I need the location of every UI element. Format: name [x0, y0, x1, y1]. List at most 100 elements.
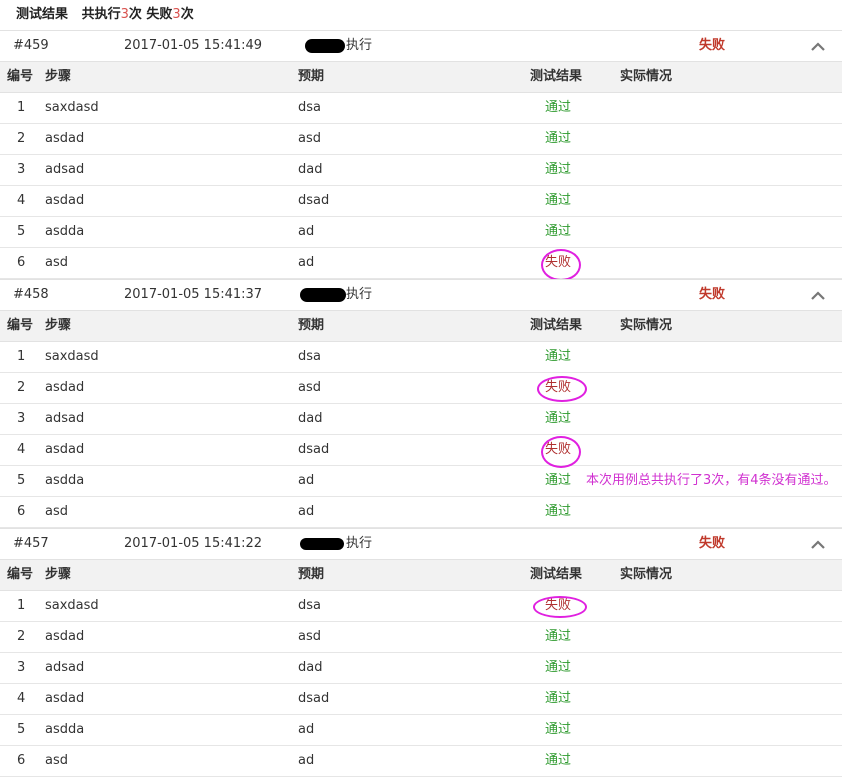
result-text: 通过 [545, 473, 572, 488]
redacted-name-mark [305, 39, 345, 53]
col-step: 步骤 [45, 567, 72, 582]
expected-text: asd [298, 131, 321, 146]
expected-text: dsa [298, 100, 321, 115]
expected-text: ad [298, 753, 315, 768]
test-run: #458 2017-01-05 15:41:37 执行 失败 编号 步骤 预期 … [0, 279, 854, 528]
step-no: 1 [17, 598, 26, 613]
step-text: asdad [45, 691, 85, 706]
run-header[interactable]: #459 2017-01-05 15:41:49 执行 失败 [0, 30, 842, 62]
step-no: 3 [17, 411, 26, 426]
result-text: 通过 [545, 660, 572, 675]
step-text: asdad [45, 629, 85, 644]
failure-highlight-circle [541, 249, 581, 281]
col-expected: 预期 [298, 69, 325, 84]
table-header: 编号 步骤 预期 测试结果 实际情况 [0, 560, 842, 591]
step-text: adsad [45, 162, 85, 177]
expected-text: ad [298, 473, 315, 488]
table-row: 4 asdad dsad 通过 [0, 186, 842, 217]
result-text: 通过 [545, 722, 572, 737]
expected-text: dsa [298, 598, 321, 613]
step-no: 2 [17, 629, 26, 644]
col-actual: 实际情况 [620, 69, 673, 84]
step-text: asd [45, 255, 68, 270]
expected-text: dsad [298, 691, 330, 706]
result-text: 通过 [545, 224, 572, 239]
result-text: 通过 [545, 162, 572, 177]
step-text: asdda [45, 224, 85, 239]
step-no: 5 [17, 473, 26, 488]
col-result: 测试结果 [530, 69, 583, 84]
expected-text: ad [298, 255, 315, 270]
run-id: #458 [13, 287, 49, 302]
step-text: asdad [45, 131, 85, 146]
run-time: 2017-01-05 15:41:49 [124, 38, 263, 53]
run-time: 2017-01-05 15:41:37 [124, 287, 263, 302]
expected-text: dad [298, 411, 323, 426]
col-result: 测试结果 [530, 318, 583, 333]
chevron-up-icon[interactable] [810, 280, 826, 310]
expected-text: dad [298, 660, 323, 675]
summary-prefix: 共执行 [81, 7, 121, 22]
step-no: 4 [17, 193, 26, 208]
run-time: 2017-01-05 15:41:22 [124, 536, 263, 551]
expected-text: asd [298, 380, 321, 395]
table-row: 2 asdad asd 通过 [0, 124, 842, 155]
summary-mid: 次 失败 [128, 7, 173, 22]
run-id: #457 [13, 536, 49, 551]
col-no: 编号 [7, 567, 34, 582]
run-status: 失败 [699, 536, 726, 551]
run-executor: 执行 [346, 536, 373, 551]
step-no: 2 [17, 131, 26, 146]
annotation-note: 本次用例总共执行了3次，有4条没有通过。 [586, 473, 837, 488]
step-no: 5 [17, 224, 26, 239]
table-row: 2 asdad asd 失败 [0, 373, 842, 404]
table-row: 3 adsad dad 通过 [0, 404, 842, 435]
table-row: 3 adsad dad 通过 [0, 653, 842, 684]
result-text: 通过 [545, 100, 572, 115]
step-text: asd [45, 753, 68, 768]
failure-highlight-circle [537, 376, 587, 402]
col-expected: 预期 [298, 567, 325, 582]
step-no: 4 [17, 442, 26, 457]
test-summary: 测试结果 共执行3次 失败3次 [0, 0, 854, 30]
step-no: 4 [17, 691, 26, 706]
step-no: 2 [17, 380, 26, 395]
table-row: 4 asdad dsad 失败 [0, 435, 842, 468]
step-text: asd [45, 504, 68, 519]
expected-text: asd [298, 629, 321, 644]
result-text: 通过 [545, 349, 572, 364]
result-text: 通过 [545, 193, 572, 208]
test-run: #457 2017-01-05 15:41:22 执行 失败 编号 步骤 预期 … [0, 528, 854, 777]
run-header[interactable]: #458 2017-01-05 15:41:37 执行 失败 [0, 279, 842, 311]
table-row: 3 adsad dad 通过 [0, 155, 842, 186]
run-id: #459 [13, 38, 49, 53]
step-text: asdad [45, 442, 85, 457]
step-no: 6 [17, 504, 26, 519]
step-text: saxdasd [45, 349, 99, 364]
table-row: 6 asd ad 失败 [0, 248, 842, 281]
chevron-up-icon[interactable] [810, 31, 826, 61]
step-no: 3 [17, 162, 26, 177]
col-actual: 实际情况 [620, 567, 673, 582]
run-status: 失败 [699, 287, 726, 302]
expected-text: ad [298, 722, 315, 737]
result-text: 通过 [545, 504, 572, 519]
step-no: 5 [17, 722, 26, 737]
table-header: 编号 步骤 预期 测试结果 实际情况 [0, 311, 842, 342]
table-row: 6 asd ad 通过 [0, 497, 842, 528]
failure-highlight-circle [541, 436, 581, 468]
expected-text: ad [298, 504, 315, 519]
failed-run-count: 3 [172, 7, 181, 22]
col-expected: 预期 [298, 318, 325, 333]
table-header: 编号 步骤 预期 测试结果 实际情况 [0, 62, 842, 93]
expected-text: dsa [298, 349, 321, 364]
col-actual: 实际情况 [620, 318, 673, 333]
run-header[interactable]: #457 2017-01-05 15:41:22 执行 失败 [0, 528, 842, 560]
step-text: saxdasd [45, 598, 99, 613]
col-step: 步骤 [45, 69, 72, 84]
step-text: asdad [45, 193, 85, 208]
step-text: asdad [45, 380, 85, 395]
chevron-up-icon[interactable] [810, 529, 826, 559]
run-executor: 执行 [346, 287, 373, 302]
redacted-name-mark [300, 288, 346, 302]
